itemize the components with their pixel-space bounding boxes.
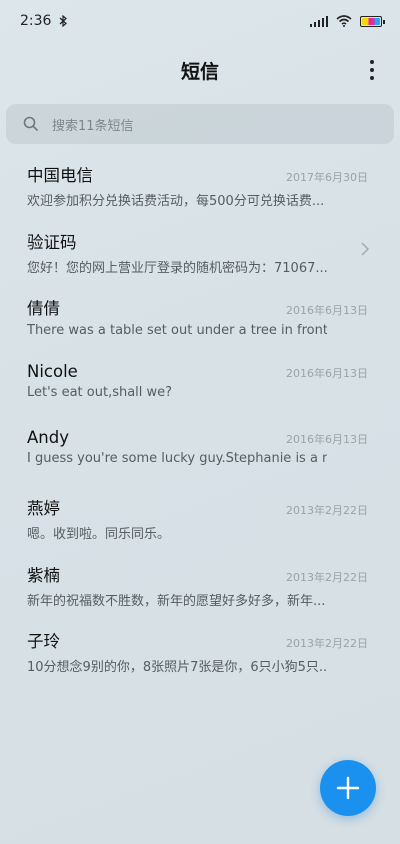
search-input[interactable]: 搜索11条短信	[6, 104, 394, 144]
page-title: 短信	[180, 60, 219, 83]
conversation-list: 中国电信 2017年6月30日 欢迎参加积分兑换话费活动，每500分可兑换话费.…	[0, 150, 400, 683]
new-message-button[interactable]	[320, 760, 376, 816]
conversation-name: 倩倩	[27, 299, 60, 319]
conversation-name: 燕婷	[27, 498, 60, 518]
battery-fill	[362, 17, 380, 25]
wifi-icon	[336, 15, 352, 27]
search-icon	[23, 116, 38, 131]
chevron-right-icon[interactable]	[360, 241, 370, 257]
signal-icon	[310, 15, 328, 27]
conversation-name: 中国电信	[27, 166, 93, 185]
conversation-preview: Let's eat out,shall we?	[27, 384, 173, 400]
conversation-preview: 您好！您的网上营业厅登录的随机密码为：71067...	[27, 260, 327, 276]
conversation-preview: 嗯。收到啦。同乐同乐。	[27, 526, 171, 542]
conversation-item[interactable]: 紫楠 2013年2月22日 新年的祝福数不胜数，新年的愿望好多好多，新年...	[0, 550, 400, 617]
conversation-item[interactable]: 验证码 您好！您的网上营业厅登录的随机密码为：71067...	[0, 217, 400, 284]
status-bar: 2:36	[0, 0, 400, 42]
conversation-item[interactable]: Nicole 2016年6月13日 Let's eat out,shall we…	[0, 350, 400, 417]
bluetooth-icon	[60, 15, 68, 27]
conversation-item[interactable]: 中国电信 2017年6月30日 欢迎参加积分兑换话费活动，每500分可兑换话费.…	[0, 150, 400, 217]
more-vertical-icon[interactable]	[366, 58, 378, 82]
search-placeholder: 搜索11条短信	[52, 118, 134, 134]
conversation-name: Nicole	[27, 361, 78, 381]
conversation-item[interactable]: 燕婷 2013年2月22日 嗯。收到啦。同乐同乐。	[0, 483, 400, 550]
conversation-date: 2017年6月30日	[286, 171, 368, 184]
conversation-date: 2013年2月22日	[286, 637, 368, 651]
battery-icon	[360, 15, 385, 27]
app-header: 短信	[0, 48, 400, 92]
conversation-preview: 10分想念9别的你，8张照片7张是你，6只小狗5只...	[27, 660, 327, 676]
conversation-preview: 新年的祝福数不胜数，新年的愿望好多好多，新年...	[27, 593, 326, 609]
conversation-item[interactable]: Andy 2016年6月13日 I guess you're some luck…	[0, 416, 400, 483]
conversation-name: Andy	[27, 428, 69, 448]
conversation-item[interactable]: 子玲 2013年2月22日 10分想念9别的你，8张照片7张是你，6只小狗5只.…	[0, 616, 400, 683]
conversation-date: 2016年6月13日	[286, 433, 368, 447]
plus-icon	[336, 776, 360, 800]
conversation-date: 2013年2月22日	[286, 503, 368, 517]
conversation-name: 子玲	[27, 632, 60, 652]
conversation-date: 2016年6月13日	[286, 366, 368, 380]
status-right	[310, 15, 385, 27]
conversation-date: 2013年2月22日	[286, 570, 368, 584]
status-left: 2:36	[20, 13, 68, 29]
conversation-preview: I guess you're some lucky guy.Stephanie …	[27, 451, 327, 467]
conversation-date: 2016年6月13日	[286, 304, 368, 318]
conversation-name: 验证码	[27, 232, 77, 252]
conversation-name: 紫楠	[27, 565, 60, 585]
status-time: 2:36	[20, 13, 52, 29]
conversation-item[interactable]: 倩倩 2016年6月13日 There was a table set out …	[0, 283, 400, 350]
conversation-preview: 欢迎参加积分兑换话费活动，每500分可兑换话费...	[27, 194, 325, 209]
conversation-preview: There was a table set out under a tree i…	[27, 323, 327, 339]
